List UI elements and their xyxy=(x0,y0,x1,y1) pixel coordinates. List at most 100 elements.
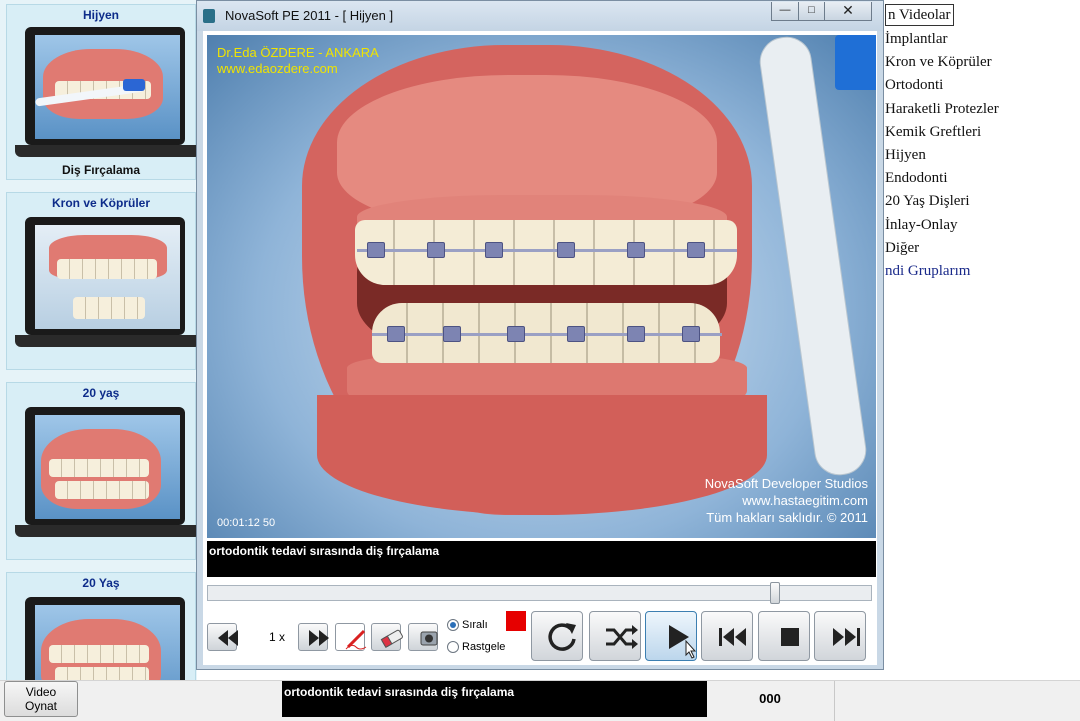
video-card-hijyen[interactable]: Hijyen Diş Fırçalama xyxy=(6,4,197,180)
bottom-bar: Video Oynat ortodontik tedavi sırasında … xyxy=(0,680,1080,721)
pen-tool-button[interactable] xyxy=(335,623,367,651)
app-icon xyxy=(203,9,215,23)
eraser-button[interactable] xyxy=(371,623,403,651)
video-thumbnail-strip: Hijyen Diş Fırçalama Kron ve Köprüler 20… xyxy=(0,0,197,680)
bracket xyxy=(682,326,700,342)
upper-wire xyxy=(357,249,737,252)
bracket xyxy=(627,326,645,342)
snapshot-button[interactable] xyxy=(408,623,438,651)
menu-item-kron-kopruler[interactable]: Kron ve Köprüler xyxy=(885,51,1075,74)
laptop-thumbnail xyxy=(15,407,197,539)
speed-label: 1 x xyxy=(268,630,285,644)
menu-item-ortodonti[interactable]: Ortodonti xyxy=(885,74,1075,97)
window-title: NovaSoft PE 2011 - [ Hijyen ] xyxy=(225,8,394,23)
lower-wire xyxy=(372,333,722,336)
video-card-kron[interactable]: Kron ve Köprüler xyxy=(6,192,197,370)
bracket xyxy=(687,242,705,258)
repeat-button[interactable] xyxy=(531,611,583,661)
category-menu: n Videolar İmplantlar Kron ve Köprüler O… xyxy=(885,4,1075,283)
studio-watermark: NovaSoft Developer Studios www.hastaegit… xyxy=(705,475,868,526)
bracket xyxy=(367,242,385,258)
bracket xyxy=(485,242,503,258)
video-card-caption: Diş Fırçalama xyxy=(61,163,141,177)
pen-color-swatch[interactable] xyxy=(506,611,526,631)
window-titlebar[interactable]: NovaSoft PE 2011 - [ Hijyen ] — □ ✕ xyxy=(197,1,883,31)
minimize-button[interactable]: — xyxy=(771,2,799,21)
bracket xyxy=(557,242,575,258)
video-timecode: 00:01:12 50 xyxy=(217,517,276,529)
doctor-watermark: Dr.Eda ÖZDERE - ANKARA www.edaozdere.com xyxy=(217,45,379,77)
video-card-title: 20 Yaş xyxy=(82,576,120,590)
bracket xyxy=(427,242,445,258)
shuffle-icon xyxy=(606,625,638,649)
video-caption: ortodontik tedavi sırasında diş fırçalam… xyxy=(207,541,876,577)
video-card-title: 20 yaş xyxy=(82,386,120,400)
chin xyxy=(317,395,767,515)
previous-button[interactable] xyxy=(701,611,753,661)
copyright-text: Tüm hakları saklıdır. © 2011 xyxy=(706,510,868,525)
fast-forward-button[interactable] xyxy=(298,623,329,651)
toothbrush-bristles xyxy=(835,35,876,90)
laptop-thumbnail xyxy=(15,27,197,159)
laptop-thumbnail xyxy=(15,217,197,349)
fast-forward-icon xyxy=(309,630,329,646)
menu-item-kemik-greftleri[interactable]: Kemik Greftleri xyxy=(885,121,1075,144)
bottom-caption-text: ortodontik tedavi sırasında diş fırçalam… xyxy=(282,681,707,717)
menu-item-inlay-onlay[interactable]: İnlay-Onlay xyxy=(885,214,1075,237)
radio-rastgele[interactable] xyxy=(447,641,459,654)
seek-thumb[interactable] xyxy=(769,582,780,604)
rewind-icon xyxy=(218,630,238,646)
video-card-20-yas[interactable]: 20 yaş xyxy=(6,382,197,560)
play-icon xyxy=(669,625,697,659)
order-option-sirali[interactable]: Sıralı xyxy=(447,617,488,633)
studio-url: www.hastaegitim.com xyxy=(742,493,868,508)
video-frame[interactable]: Dr.Eda ÖZDERE - ANKARA www.edaozdere.com… xyxy=(207,35,876,538)
player-client-area: Dr.Eda ÖZDERE - ANKARA www.edaozdere.com… xyxy=(203,31,877,665)
stop-button[interactable] xyxy=(758,611,810,661)
video-card-20-yas-2[interactable]: 20 Yaş xyxy=(6,572,196,680)
order-option-rastgele[interactable]: Rastgele xyxy=(447,639,505,655)
menu-item-hijyen[interactable]: Hijyen xyxy=(885,144,1075,167)
upper-teeth xyxy=(355,220,737,285)
next-icon xyxy=(833,628,860,646)
laptop-thumbnail xyxy=(15,597,197,680)
radio-rastgele-label: Rastgele xyxy=(462,641,506,653)
doctor-url: www.edaozdere.com xyxy=(217,61,338,76)
eraser-icon xyxy=(380,629,403,649)
rewind-button[interactable] xyxy=(207,623,238,651)
bracket xyxy=(627,242,645,258)
bracket xyxy=(567,326,585,342)
next-button[interactable] xyxy=(814,611,866,661)
menu-item-20-yas-disleri[interactable]: 20 Yaş Dişleri xyxy=(885,190,1075,213)
menu-item-implantlar[interactable]: İmplantlar xyxy=(885,28,1075,51)
radio-sirali[interactable] xyxy=(447,619,459,632)
play-video-button[interactable]: Video Oynat xyxy=(4,681,78,717)
doctor-name: Dr.Eda ÖZDERE - ANKARA xyxy=(217,45,379,60)
menu-item-gruplarim[interactable]: ndi Gruplarım xyxy=(885,260,1075,283)
menu-item-diger[interactable]: Diğer xyxy=(885,237,1075,260)
stop-icon xyxy=(781,628,799,646)
radio-sirali-label: Sıralı xyxy=(462,619,488,631)
player-window: NovaSoft PE 2011 - [ Hijyen ] — □ ✕ Dr.E… xyxy=(196,0,884,670)
bracket xyxy=(387,326,405,342)
studio-name: NovaSoft Developer Studios xyxy=(704,476,868,491)
menu-item-haraketli-protezler[interactable]: Haraketli Protezler xyxy=(885,98,1075,121)
video-card-title: Kron ve Köprüler xyxy=(51,196,150,210)
pen-icon xyxy=(345,629,367,650)
menu-item-videolar[interactable]: n Videolar xyxy=(885,4,954,26)
divider xyxy=(834,681,835,721)
maximize-button[interactable]: □ xyxy=(798,2,825,21)
toothbrush-illustration xyxy=(756,35,870,479)
menu-item-endodonti[interactable]: Endodonti xyxy=(885,167,1075,190)
seek-bar[interactable] xyxy=(207,582,872,604)
bracket xyxy=(507,326,525,342)
camera-icon xyxy=(420,631,438,646)
play-button[interactable] xyxy=(645,611,697,661)
bracket xyxy=(443,326,461,342)
previous-icon xyxy=(719,628,746,646)
shuffle-button[interactable] xyxy=(589,611,641,661)
video-counter: 000 xyxy=(759,691,781,706)
repeat-icon xyxy=(548,623,576,651)
video-card-title: Hijyen xyxy=(82,8,119,22)
close-button[interactable]: ✕ xyxy=(824,2,872,21)
